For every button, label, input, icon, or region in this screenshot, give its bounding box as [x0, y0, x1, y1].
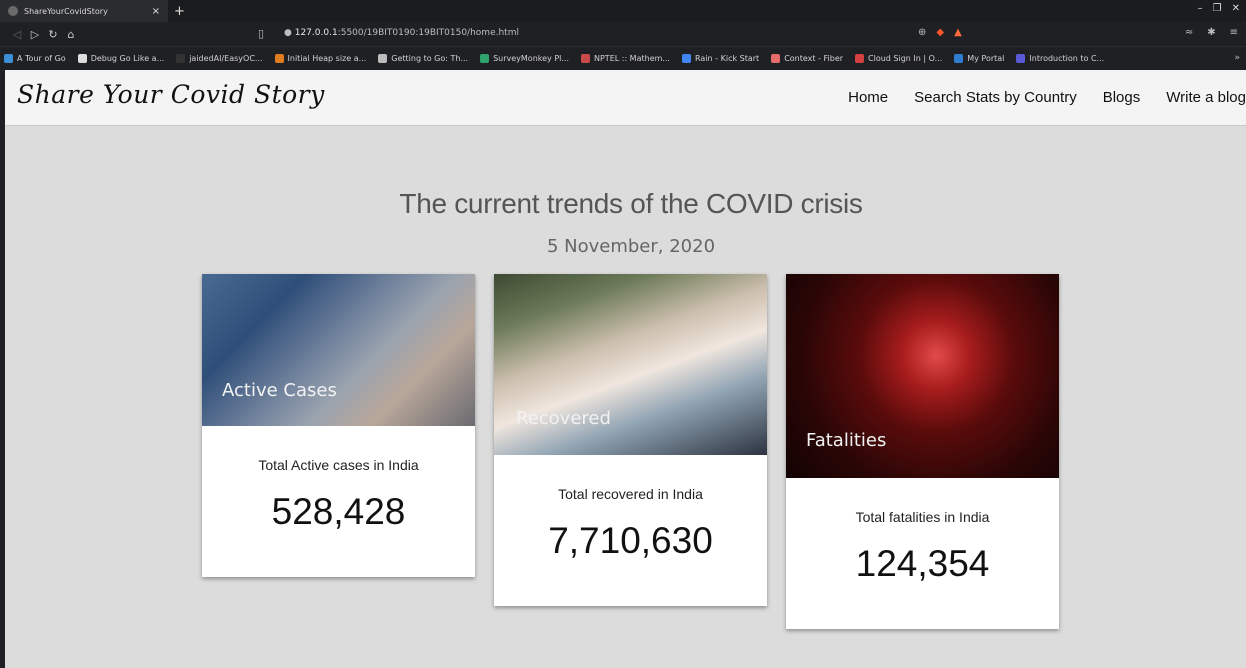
recovered-image-label: Recovered [516, 408, 611, 429]
tab-favicon-icon [8, 6, 18, 16]
bookmark-item[interactable]: My Portal [954, 54, 1004, 63]
back-icon[interactable]: ◁ [8, 28, 26, 41]
tab-close-icon[interactable]: × [152, 6, 160, 17]
main-nav: Home Search Stats by Country Blogs Write… [848, 89, 1246, 106]
nav-blogs[interactable]: Blogs [1103, 89, 1141, 106]
minimize-icon[interactable]: – [1198, 3, 1203, 14]
menu-icon[interactable]: ≡ [1230, 27, 1238, 38]
tab-title: ShareYourCovidStory [24, 6, 108, 16]
recovered-caption: Total recovered in India [558, 486, 703, 502]
browser-tab-bar: ShareYourCovidStory × + – ❐ ✕ [0, 0, 1246, 22]
recovered-card: Recovered Total recovered in India 7,710… [494, 274, 767, 606]
bookmark-label: NPTEL :: Mathem... [594, 54, 671, 63]
nav-home[interactable]: Home [848, 89, 888, 106]
bookmark-favicon-icon [682, 54, 692, 63]
window-controls: – ❐ ✕ [1198, 3, 1240, 14]
bookmark-label: Initial Heap size a... [287, 54, 367, 63]
bookmark-label: Introduction to C... [1029, 54, 1105, 63]
bookmark-favicon-icon [581, 54, 590, 63]
browser-tab[interactable]: ShareYourCovidStory × [0, 0, 168, 22]
bookmark-favicon-icon [855, 54, 865, 63]
bookmark-icon[interactable]: ▯ [258, 27, 264, 40]
site-logo[interactable]: Share Your Covid Story [17, 80, 325, 109]
bookmark-label: Debug Go Like a... [90, 54, 165, 63]
brave-rewards-icon[interactable]: ▲ [954, 27, 962, 38]
bookmark-item[interactable]: SurveyMonkey Pl... [480, 54, 569, 63]
nav-write-blog[interactable]: Write a blog [1166, 89, 1246, 106]
bookmark-label: Context - Fiber [784, 54, 844, 63]
active-cases-image: Active Cases [202, 274, 475, 426]
sync-icon[interactable]: ≈ [1185, 27, 1193, 38]
url-path: :5500/19BIT0190:19BIT0150/home.html [337, 28, 519, 38]
bookmark-item[interactable]: NPTEL :: Mathem... [581, 54, 670, 63]
extensions-icon[interactable]: ✱ [1207, 27, 1215, 38]
bookmark-favicon-icon [378, 54, 388, 63]
site-info-icon[interactable]: ● [284, 28, 292, 38]
site-header: Share Your Covid Story Home Search Stats… [5, 70, 1246, 126]
bookmark-favicon-icon [954, 54, 964, 63]
bookmark-favicon-icon [4, 54, 13, 63]
bookmark-label: jaidedAI/EasyOC... [189, 54, 263, 63]
fatalities-image: Fatalities [786, 274, 1059, 478]
bookmarks-bar: A Tour of Go Debug Go Like a... jaidedAI/E… [0, 46, 1246, 70]
bookmark-item[interactable]: Context - Fiber [771, 54, 843, 63]
bookmark-item[interactable]: Initial Heap size a... [274, 54, 367, 63]
close-window-icon[interactable]: ✕ [1232, 3, 1240, 14]
fatalities-image-label: Fatalities [806, 430, 887, 451]
bookmark-item[interactable]: Getting to Go: Th... [378, 54, 468, 63]
page-date: 5 November, 2020 [546, 236, 716, 257]
bookmark-label: A Tour of Go [17, 54, 66, 63]
bookmark-item[interactable]: Debug Go Like a... [77, 54, 165, 63]
bookmark-item[interactable]: Cloud Sign In | O... [855, 54, 942, 63]
fatalities-card: Fatalities Total fatalities in India 124… [786, 274, 1059, 629]
active-cases-image-label: Active Cases [222, 380, 337, 401]
recovered-image: Recovered [494, 274, 767, 455]
page-title: The current trends of the COVID crisis [399, 188, 863, 219]
reload-icon[interactable]: ↻ [44, 28, 62, 41]
address-bar-actions: ⊕ ◆ ▲ [918, 27, 962, 38]
active-cases-count: 528,428 [271, 491, 406, 532]
toolbar-icons: ≈ ✱ ≡ [1185, 27, 1238, 38]
bookmark-label: SurveyMonkey Pl... [493, 54, 569, 63]
bookmark-favicon-icon [274, 54, 284, 63]
browser-address-bar: ◁ ▷ ↻ ⌂ ▯ ● 127.0.0.1:5500/19BIT0190:19B… [0, 22, 1246, 46]
bookmark-favicon-icon [77, 54, 87, 63]
nav-search-stats[interactable]: Search Stats by Country [914, 89, 1077, 106]
active-cases-card: Active Cases Total Active cases in India… [202, 274, 475, 577]
zoom-icon[interactable]: ⊕ [918, 27, 926, 38]
bookmark-item[interactable]: Introduction to C... [1016, 54, 1104, 63]
active-cases-caption: Total Active cases in India [258, 457, 419, 473]
bookmark-item[interactable]: jaidedAI/EasyOC... [176, 54, 263, 63]
bookmark-label: My Portal [967, 54, 1005, 63]
bookmark-favicon-icon [480, 54, 490, 63]
brave-shield-icon[interactable]: ◆ [936, 27, 944, 38]
bookmark-label: Getting to Go: Th... [391, 54, 469, 63]
bookmark-label: Cloud Sign In | O... [868, 54, 943, 63]
url-field[interactable]: ● 127.0.0.1:5500/19BIT0190:19BIT0150/hom… [284, 28, 519, 38]
url-host: 127.0.0.1 [294, 28, 338, 38]
bookmark-favicon-icon [771, 54, 781, 63]
bookmarks-overflow-icon[interactable]: » [1234, 53, 1240, 63]
new-tab-button[interactable]: + [174, 4, 185, 19]
bookmark-label: Rain - Kick Start [695, 54, 760, 63]
bookmark-item[interactable]: A Tour of Go [4, 54, 66, 63]
forward-icon[interactable]: ▷ [26, 28, 44, 41]
window-left-edge [0, 70, 5, 668]
bookmark-item[interactable]: Rain - Kick Start [682, 54, 759, 63]
recovered-count: 7,710,630 [548, 520, 713, 561]
home-icon[interactable]: ⌂ [62, 28, 80, 41]
bookmark-favicon-icon [176, 54, 186, 63]
restore-icon[interactable]: ❐ [1213, 3, 1222, 14]
fatalities-caption: Total fatalities in India [855, 509, 990, 525]
bookmark-favicon-icon [1016, 54, 1026, 63]
fatalities-count: 124,354 [855, 543, 990, 584]
